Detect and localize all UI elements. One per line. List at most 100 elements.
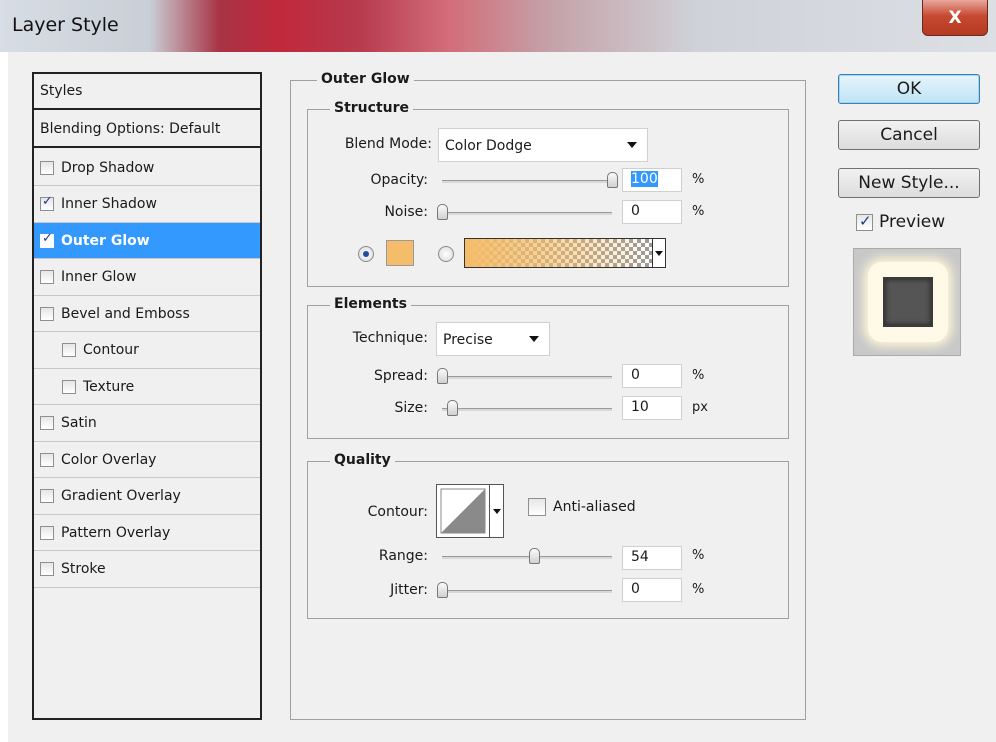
blending-options-item[interactable]: Blending Options: Default bbox=[34, 112, 260, 148]
new-style-button-label: New Style... bbox=[858, 173, 960, 193]
new-style-button[interactable]: New Style... bbox=[838, 168, 980, 198]
style-item-label: Satin bbox=[61, 415, 97, 431]
noise-input[interactable]: 0 bbox=[622, 200, 682, 224]
style-item-label: Gradient Overlay bbox=[61, 488, 181, 504]
style-checkbox[interactable] bbox=[40, 194, 54, 211]
style-item-drop-shadow[interactable]: Drop Shadow bbox=[34, 150, 260, 186]
range-slider-handle[interactable] bbox=[528, 548, 540, 564]
jitter-unit: % bbox=[692, 582, 705, 597]
size-input[interactable]: 10 bbox=[622, 396, 682, 420]
noise-slider-handle[interactable] bbox=[437, 204, 448, 220]
opacity-label: Opacity: bbox=[370, 172, 428, 188]
ok-button-label: OK bbox=[896, 79, 922, 99]
opacity-input[interactable]: 100 bbox=[622, 168, 682, 192]
noise-slider-track[interactable] bbox=[442, 212, 612, 215]
range-unit: % bbox=[692, 548, 705, 563]
anti-aliased-check[interactable] bbox=[528, 498, 546, 516]
blend-mode-value: Color Dodge bbox=[445, 138, 532, 154]
preview-label: Preview bbox=[879, 212, 946, 232]
style-item-inner-shadow[interactable]: Inner Shadow bbox=[34, 187, 260, 223]
range-slider-track[interactable] bbox=[442, 556, 612, 559]
cancel-button-label: Cancel bbox=[880, 125, 938, 145]
style-checkbox[interactable] bbox=[40, 270, 54, 284]
style-checkbox[interactable] bbox=[62, 343, 76, 357]
style-item-pattern-overlay[interactable]: Pattern Overlay bbox=[34, 515, 260, 551]
style-item-outer-glow[interactable]: Outer Glow bbox=[34, 223, 260, 259]
size-slider-handle[interactable] bbox=[447, 400, 459, 416]
style-checkbox[interactable] bbox=[40, 562, 54, 576]
style-item-label: Stroke bbox=[61, 561, 106, 577]
noise-unit: % bbox=[692, 204, 705, 219]
style-checkbox[interactable] bbox=[40, 525, 54, 540]
style-checkbox[interactable] bbox=[40, 160, 54, 175]
blend-mode-select[interactable]: Color Dodge bbox=[438, 128, 648, 162]
size-value: 10 bbox=[631, 399, 649, 415]
style-checkbox[interactable] bbox=[40, 306, 54, 321]
preview-checkbox[interactable]: Preview bbox=[856, 212, 945, 232]
size-label: Size: bbox=[394, 400, 428, 416]
gradient-dropdown-button[interactable] bbox=[652, 238, 666, 268]
spread-label: Spread: bbox=[373, 368, 428, 384]
style-checkbox[interactable] bbox=[40, 452, 54, 467]
style-item-label: Inner Shadow bbox=[61, 196, 157, 212]
spread-slider-handle[interactable] bbox=[437, 368, 448, 384]
gradient-radio[interactable] bbox=[438, 246, 454, 262]
opacity-slider-handle[interactable] bbox=[607, 172, 618, 188]
chevron-down-icon bbox=[655, 251, 663, 256]
style-item-texture[interactable]: Texture bbox=[34, 369, 260, 405]
size-unit: px bbox=[692, 400, 708, 415]
style-item-stroke[interactable]: Stroke bbox=[34, 552, 260, 588]
anti-aliased-label: Anti-aliased bbox=[553, 499, 636, 515]
style-checkbox[interactable] bbox=[40, 489, 54, 503]
noise-value: 0 bbox=[631, 203, 640, 219]
style-item-inner-glow[interactable]: Inner Glow bbox=[34, 260, 260, 296]
jitter-label: Jitter: bbox=[390, 582, 428, 598]
quality-group: Quality Contour: Anti-aliased Range: 54 bbox=[307, 452, 789, 619]
blending-options-label: Blending Options: Default bbox=[40, 121, 221, 137]
solid-color-radio[interactable] bbox=[358, 246, 374, 262]
anti-aliased-checkbox[interactable]: Anti-aliased bbox=[528, 498, 636, 516]
jitter-input[interactable]: 0 bbox=[622, 578, 682, 602]
spread-unit: % bbox=[692, 368, 705, 383]
structure-title: Structure bbox=[330, 100, 414, 116]
style-item-color-overlay[interactable]: Color Overlay bbox=[34, 442, 260, 478]
spread-slider-track[interactable] bbox=[442, 376, 612, 379]
style-item-bevel-and-emboss[interactable]: Bevel and Emboss bbox=[34, 296, 260, 332]
size-slider-track[interactable] bbox=[442, 408, 612, 411]
preview-check[interactable] bbox=[856, 212, 873, 231]
opacity-value: 100 bbox=[631, 171, 658, 187]
contour-dropdown-button[interactable] bbox=[490, 484, 504, 538]
glow-gradient-picker[interactable] bbox=[464, 238, 654, 268]
style-item-contour[interactable]: Contour bbox=[34, 333, 260, 369]
style-item-label: Outer Glow bbox=[61, 232, 150, 249]
quality-title: Quality bbox=[330, 452, 395, 468]
glow-color-swatch[interactable] bbox=[386, 240, 414, 266]
spread-input[interactable]: 0 bbox=[622, 364, 682, 388]
opacity-unit: % bbox=[692, 172, 705, 187]
opacity-slider-track[interactable] bbox=[442, 180, 612, 183]
style-item-label: Drop Shadow bbox=[61, 159, 155, 176]
structure-group: Structure Blend Mode: Color Dodge Opacit… bbox=[307, 100, 789, 287]
close-button[interactable]: X bbox=[922, 0, 988, 36]
blend-mode-label: Blend Mode: bbox=[344, 136, 432, 152]
technique-value: Precise bbox=[443, 332, 493, 348]
jitter-value: 0 bbox=[631, 581, 640, 597]
style-checkbox[interactable] bbox=[40, 416, 54, 430]
style-item-label: Texture bbox=[83, 378, 135, 395]
jitter-slider-handle[interactable] bbox=[437, 582, 448, 598]
style-checkbox[interactable] bbox=[40, 231, 54, 248]
jitter-slider-track[interactable] bbox=[442, 590, 612, 593]
contour-picker[interactable] bbox=[436, 484, 490, 538]
style-item-satin[interactable]: Satin bbox=[34, 406, 260, 442]
technique-select[interactable]: Precise bbox=[436, 322, 550, 356]
style-item-gradient-overlay[interactable]: Gradient Overlay bbox=[34, 479, 260, 515]
contour-label: Contour: bbox=[367, 504, 428, 520]
contour-curve-icon bbox=[440, 488, 486, 534]
cancel-button[interactable]: Cancel bbox=[838, 120, 980, 150]
styles-heading[interactable]: Styles bbox=[34, 74, 260, 110]
range-value: 54 bbox=[631, 549, 649, 565]
ok-button[interactable]: OK bbox=[838, 74, 980, 104]
style-checkbox[interactable] bbox=[62, 379, 76, 394]
styles-list: Styles Blending Options: Default Drop Sh… bbox=[32, 72, 262, 720]
range-input[interactable]: 54 bbox=[622, 546, 682, 570]
